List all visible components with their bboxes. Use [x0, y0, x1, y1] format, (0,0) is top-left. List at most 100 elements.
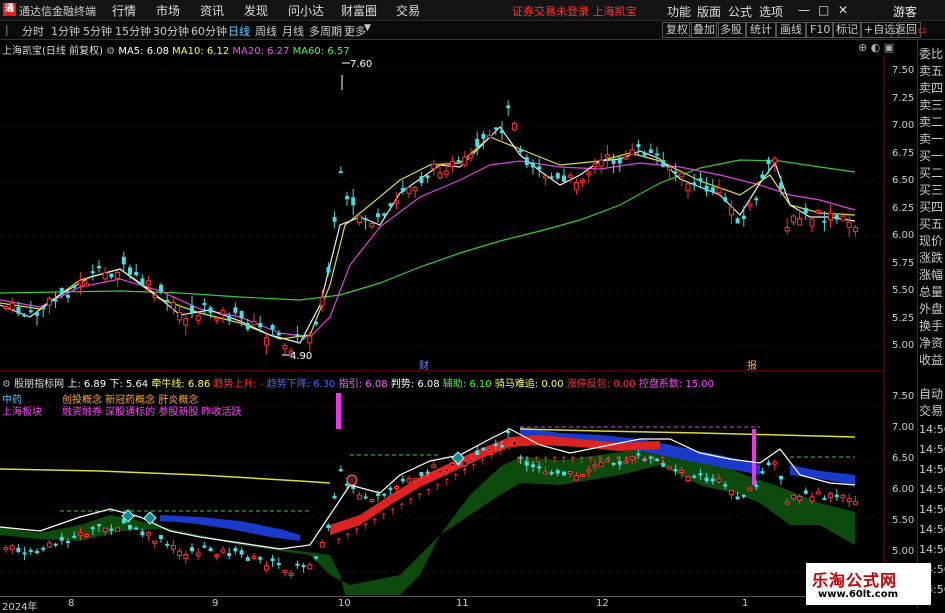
quote-field-label[interactable]: 外盘: [919, 301, 945, 317]
login-status[interactable]: 证券交易未登录 上海凯宝: [512, 3, 637, 19]
candle-body: [790, 215, 796, 223]
sub-candle-body: [666, 466, 672, 470]
quote-field-label[interactable]: 现价: [919, 233, 945, 249]
candle-body: [611, 160, 616, 164]
sub-candle-body: [97, 524, 101, 527]
quote-field-label[interactable]: 总量: [919, 284, 945, 300]
sub-candle-body: [307, 564, 313, 570]
guest-label[interactable]: 游客: [893, 3, 917, 20]
level-badge: L2: [918, 27, 927, 35]
tab-60min[interactable]: 60分钟: [189, 22, 229, 40]
biaoji-button[interactable]: 标记: [832, 22, 862, 38]
menu-wenxiaoda[interactable]: 问小达: [288, 2, 324, 19]
trend-up-value: 趋势上升: -: [213, 379, 264, 390]
tab-fenshi[interactable]: 分时: [20, 22, 46, 40]
maximize-icon[interactable]: □: [818, 3, 829, 17]
duogu-button[interactable]: 多股: [716, 22, 746, 38]
f10-button[interactable]: F10: [806, 22, 835, 38]
tab-5min[interactable]: 5分钟: [81, 22, 114, 40]
sub-candle-body: [319, 541, 325, 548]
up-arrow-icon: ↑: [470, 463, 478, 473]
sub-candle-body: [134, 527, 139, 530]
quote-field-label[interactable]: 买三: [919, 182, 945, 198]
quote-field-label[interactable]: 卖三: [919, 97, 945, 113]
quote-field-label[interactable]: 买一: [919, 148, 945, 164]
caibao-marker[interactable]: 财: [419, 359, 429, 372]
quote-field-label[interactable]: 买四: [919, 199, 945, 215]
menu-jiaoyi[interactable]: 交易: [396, 2, 420, 19]
sub-candle-body: [412, 478, 418, 482]
auto-trade-label[interactable]: 自动: [919, 386, 945, 402]
auto-trade-label[interactable]: 交易: [919, 403, 945, 419]
up-arrow-icon: ↑: [425, 488, 433, 498]
tab-daily[interactable]: 日线: [226, 22, 252, 40]
candle-body: [35, 312, 39, 316]
price-axis-label: 5.50: [892, 285, 915, 296]
up-arrow-icon: ↑: [443, 478, 451, 488]
up-arrow-icon: ↑: [632, 456, 640, 466]
fuquan-button[interactable]: 复权: [662, 22, 692, 38]
tab-multi[interactable]: 多周期: [307, 22, 344, 40]
sub-candle-body: [406, 478, 412, 483]
quote-field-label[interactable]: 买二: [919, 165, 945, 181]
sub-candle-body: [41, 547, 46, 550]
menu-zixun[interactable]: 资讯: [200, 2, 224, 19]
quote-field-label[interactable]: 卖四: [919, 80, 945, 96]
minimize-icon[interactable]: —: [798, 3, 810, 17]
quote-field-label[interactable]: 收益: [919, 352, 945, 368]
up-arrow-icon: ↑: [362, 522, 370, 532]
menu-gongshi[interactable]: 公式: [728, 3, 752, 20]
quote-field-label[interactable]: 买五: [919, 216, 945, 232]
menu-xuanxiang[interactable]: 选项: [759, 3, 783, 20]
quote-field-label[interactable]: 卖一: [919, 131, 945, 147]
up-arrow-icon: ↑: [335, 537, 343, 547]
quote-field-label[interactable]: 卖五: [919, 63, 945, 79]
candle-body: [468, 153, 474, 159]
candle-body: [443, 170, 449, 175]
baobiao-marker[interactable]: 报: [747, 359, 757, 372]
quote-field-label[interactable]: 卖二: [919, 114, 945, 130]
sub-candle-body: [481, 447, 486, 451]
tongji-button[interactable]: 统计: [746, 22, 776, 38]
indicator-name[interactable]: 股朋指标网: [14, 379, 64, 390]
back-button[interactable]: 返回: [891, 22, 921, 38]
candle-body: [666, 167, 672, 171]
price-axis-label: 6.75: [892, 147, 915, 159]
menu-caifuquan[interactable]: 财富圈: [341, 2, 377, 19]
tab-monthly[interactable]: 月线: [280, 22, 306, 40]
diejia-button[interactable]: 叠加: [689, 22, 719, 38]
candle-body: [388, 203, 393, 207]
menu-banmian[interactable]: 版面: [697, 3, 721, 20]
sub-candle-body: [698, 473, 703, 476]
tab-15min[interactable]: 15分钟: [113, 22, 153, 40]
quote-field-label[interactable]: 涨幅: [919, 267, 945, 283]
tab-1min[interactable]: 1分钟: [49, 22, 82, 40]
price-axis-label: 5.25: [892, 312, 915, 324]
quote-field-label[interactable]: 委比: [919, 46, 945, 62]
tab-30min[interactable]: 30分钟: [151, 22, 191, 40]
menu-hangqing[interactable]: 行情: [112, 2, 136, 19]
menu-faxian[interactable]: 发现: [244, 2, 268, 19]
tab-weekly[interactable]: 周线: [253, 22, 279, 40]
candle-body: [661, 160, 666, 167]
quote-field-label[interactable]: 净资: [919, 335, 945, 351]
sub-candle-body: [46, 542, 52, 548]
indicator-gear-icon[interactable]: ⚙: [2, 379, 14, 390]
up-arrow-icon: ↑: [659, 456, 667, 466]
candle-body: [493, 127, 498, 130]
trade-time-label: 14:56: [919, 423, 945, 436]
sub-candle-body: [177, 550, 183, 556]
candle-body: [840, 215, 846, 221]
close-icon[interactable]: ✕: [838, 3, 848, 17]
menu-shichang[interactable]: 市场: [156, 2, 180, 19]
quote-field-label[interactable]: 换手: [919, 318, 945, 334]
magenta-spike-2: [752, 429, 756, 485]
quote-field-label[interactable]: 涨跌: [919, 250, 945, 266]
chart-settings-icons[interactable]: ⊕ ◐ ▣: [858, 41, 894, 54]
huaxian-button[interactable]: 画线: [776, 22, 806, 38]
sub-candle-body: [102, 527, 108, 533]
menu-gongneng[interactable]: 功能: [667, 3, 691, 20]
more-chevron-icon[interactable]: ▼: [364, 23, 371, 33]
candle-body: [425, 175, 430, 179]
candle-body: [159, 284, 163, 292]
